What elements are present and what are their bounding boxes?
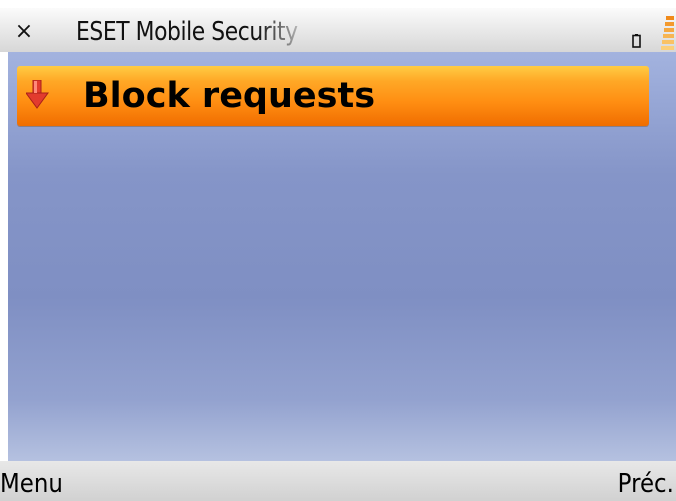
battery-icon bbox=[632, 34, 641, 48]
softkey-bar: Menu Préc. bbox=[0, 461, 676, 501]
close-icon[interactable]: × bbox=[12, 16, 36, 48]
app-title: ESET Mobile Security bbox=[76, 17, 298, 47]
content-area: Block requests bbox=[8, 52, 676, 461]
menu-softkey[interactable]: Menu bbox=[0, 467, 63, 501]
list-item-label: Block requests bbox=[83, 76, 376, 116]
list-item-block-requests[interactable]: Block requests bbox=[17, 66, 649, 126]
phone-screen: × ESET Mobile Security Block requests Me… bbox=[0, 0, 676, 501]
arrow-down-icon bbox=[26, 80, 49, 109]
back-softkey[interactable]: Préc. bbox=[618, 467, 674, 501]
title-bar: × ESET Mobile Security bbox=[0, 8, 676, 56]
